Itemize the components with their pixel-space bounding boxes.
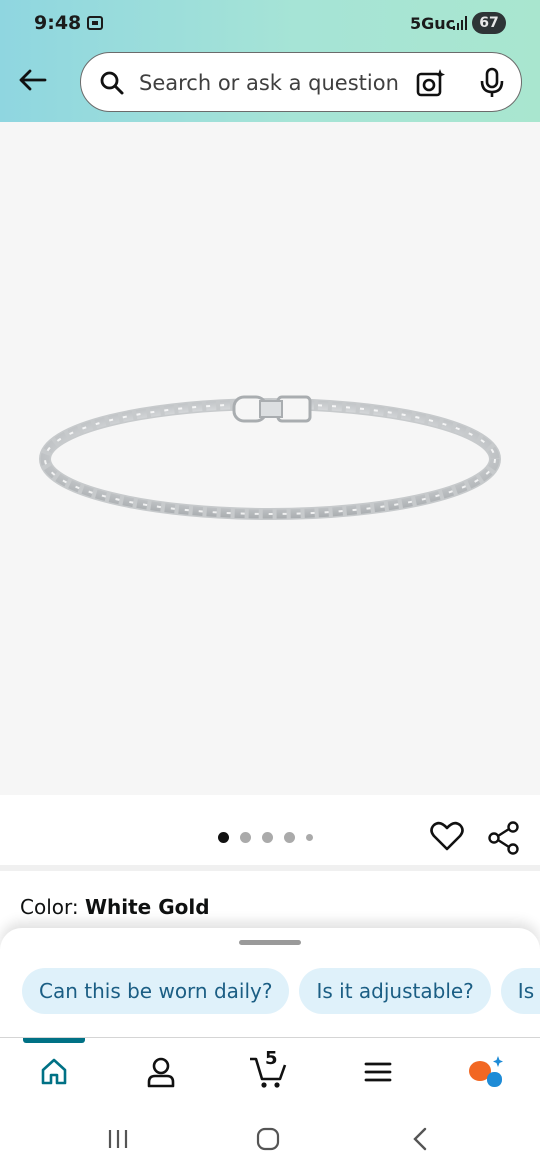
carousel-dot[interactable] [218,831,229,843]
search-bar[interactable] [80,52,522,112]
signal-icon [453,16,467,30]
app-header: 9:48 5Guc 67 [0,0,540,122]
carousel-dot[interactable] [306,833,313,841]
status-bar: 9:48 5Guc 67 [0,0,540,46]
carousel-dot[interactable] [284,831,295,843]
active-tab-indicator [23,1038,85,1043]
sheet-drag-handle[interactable] [239,940,301,945]
tab-menu[interactable] [358,1052,398,1092]
status-time: 9:48 [34,12,82,34]
suggestion-chips: Can this be worn daily? Is it adjustable… [22,968,540,1014]
screenshot-icon [87,16,103,30]
carousel-dots[interactable] [218,831,313,843]
camera-sparkle-icon[interactable] [415,67,447,99]
suggestion-chip[interactable]: Can this be worn daily? [22,968,290,1014]
menu-icon [364,1062,392,1082]
tab-account[interactable] [141,1052,181,1092]
rufus-suggestions-sheet: Can this be worn daily? Is it adjustable… [0,928,540,1038]
network-type: 5Guc [410,14,456,33]
color-label: Color: [20,895,79,919]
tab-rufus[interactable] [466,1052,506,1092]
gallery-controls [0,795,540,871]
search-icon [100,71,124,95]
color-selection: Color: White Gold [20,895,210,919]
battery-level: 67 [472,12,506,34]
search-input[interactable] [139,67,409,99]
suggestion-chip[interactable]: Is it adjustable? [299,968,491,1014]
recent-apps-icon [108,1130,128,1148]
chevron-left-icon [413,1127,427,1151]
color-value: White Gold [84,895,210,919]
cart-count-badge: 5 [265,1048,278,1069]
recent-apps-button[interactable] [103,1126,133,1152]
system-back-button[interactable] [405,1126,435,1152]
home-circle-icon [256,1127,280,1151]
mic-icon[interactable] [479,67,505,99]
person-icon [147,1057,175,1088]
home-icon [41,1058,67,1085]
carousel-dot[interactable] [240,831,251,843]
product-image-gallery[interactable] [0,122,540,795]
tab-home[interactable] [34,1052,74,1092]
suggestion-chip[interactable]: Is it r [500,968,540,1014]
rufus-icon [469,1056,503,1087]
back-button[interactable] [14,62,50,98]
system-nav-bar [0,1110,540,1170]
home-button[interactable] [253,1126,283,1152]
back-arrow-icon [19,69,47,91]
heart-icon[interactable] [430,821,464,851]
share-icon[interactable] [487,821,521,855]
tennis-bracelet-image [39,395,501,520]
carousel-dot[interactable] [262,831,273,843]
